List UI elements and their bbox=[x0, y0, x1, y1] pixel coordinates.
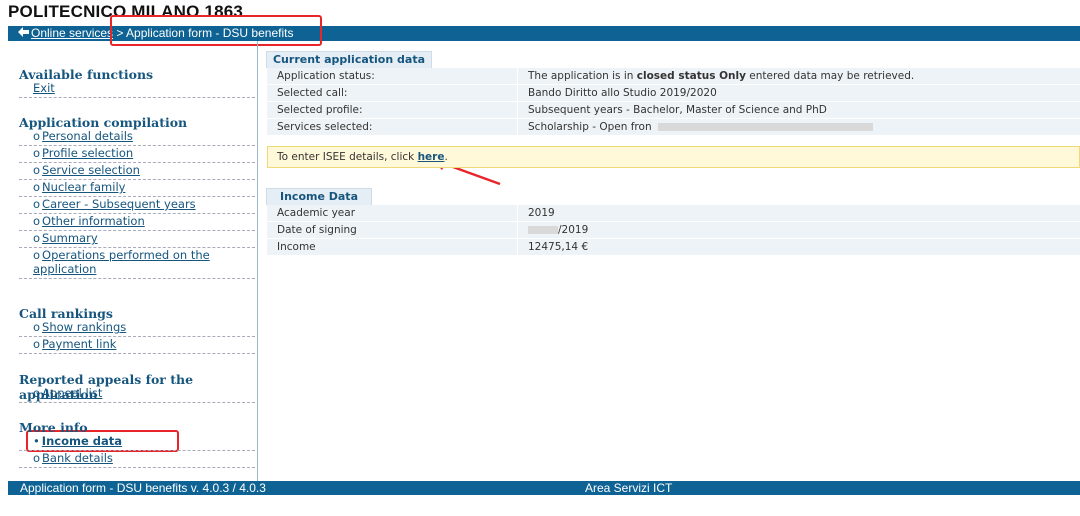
table-row: Selected profile: Subsequent years - Bac… bbox=[267, 101, 1080, 119]
table-row: Income 12475,14 € bbox=[267, 238, 1080, 256]
status-text-bold: closed status Only bbox=[636, 70, 746, 82]
bullet: o bbox=[33, 180, 41, 194]
bullet: o bbox=[33, 197, 41, 211]
current-application-tab: Current application data bbox=[266, 51, 432, 68]
row-value: Scholarship - Open fron bbox=[517, 118, 1080, 136]
status-text-post: entered data may be retrieved. bbox=[745, 70, 915, 82]
sidebar-item-label[interactable]: Nuclear family bbox=[42, 180, 125, 194]
left-arrow-icon[interactable] bbox=[18, 26, 29, 41]
sidebar-item-service-selection[interactable]: o Service selection bbox=[19, 163, 255, 180]
sidebar-item-profile-selection[interactable]: o Profile selection bbox=[19, 146, 255, 163]
row-key: Academic year bbox=[267, 205, 518, 222]
bullet: o bbox=[33, 320, 41, 334]
date-text: /2019 bbox=[558, 224, 589, 236]
sidebar-item-label[interactable]: Payment link bbox=[42, 337, 116, 351]
isee-notice: To enter ISEE details, click here. bbox=[267, 146, 1080, 168]
sidebar-item-label[interactable]: Exit bbox=[33, 81, 55, 95]
row-value: The application is in closed status Only… bbox=[517, 68, 1080, 85]
sidebar-item-income-data[interactable]: • Income data bbox=[19, 434, 255, 451]
sidebar-item-label[interactable]: Personal details bbox=[42, 129, 133, 143]
sidebar-item-exit[interactable]: Exit bbox=[19, 81, 255, 98]
row-value: /2019 bbox=[517, 221, 1080, 239]
row-value: 2019 bbox=[517, 205, 1080, 222]
bullet: o bbox=[33, 248, 41, 262]
sidebar-item-show-rankings[interactable]: o Show rankings bbox=[19, 320, 255, 337]
bullet: o bbox=[33, 231, 41, 245]
row-key: Date of signing bbox=[267, 221, 518, 239]
footer: Application form - DSU benefits v. 4.0.3… bbox=[8, 481, 1080, 495]
row-value: Bando Diritto allo Studio 2019/2020 bbox=[517, 84, 1080, 102]
income-data-table: Academic year 2019 Date of signing /2019… bbox=[267, 205, 1080, 256]
bullet: o bbox=[33, 163, 41, 177]
notice-suffix: . bbox=[444, 151, 448, 163]
sidebar-item-label[interactable]: Bank details bbox=[42, 451, 113, 465]
sidebar-item-other-information[interactable]: o Other information bbox=[19, 214, 255, 231]
sidebar-item-label[interactable]: Career - Subsequent years bbox=[42, 197, 196, 211]
sidebar-item-operations[interactable]: o Operations performed on the application bbox=[19, 248, 255, 279]
sidebar: Available functions Exit Application com… bbox=[8, 41, 258, 481]
sidebar-item-bank-details[interactable]: o Bank details bbox=[19, 451, 255, 468]
row-key: Selected call: bbox=[267, 84, 518, 102]
bullet: o bbox=[33, 129, 41, 143]
row-value: Subsequent years - Bachelor, Master of S… bbox=[517, 101, 1080, 119]
sidebar-title-call-rankings: Call rankings bbox=[19, 306, 113, 321]
table-row: Date of signing /2019 bbox=[267, 221, 1080, 239]
table-row: Application status: The application is i… bbox=[267, 68, 1080, 85]
sidebar-item-label[interactable]: Income data bbox=[42, 434, 122, 448]
sidebar-item-label[interactable]: Operations performed on the application bbox=[33, 248, 210, 276]
notice-text: To enter ISEE details, click bbox=[277, 151, 418, 163]
row-key: Selected profile: bbox=[267, 101, 518, 119]
bullet: o bbox=[33, 146, 41, 160]
isee-here-link[interactable]: here bbox=[418, 151, 445, 163]
sidebar-title-application-compilation: Application compilation bbox=[19, 115, 188, 130]
bullet: o bbox=[33, 386, 41, 400]
sidebar-item-appeal-list[interactable]: o Appeal list bbox=[19, 386, 255, 403]
sidebar-item-label[interactable]: Profile selection bbox=[42, 146, 133, 160]
status-text-pre: The application is in bbox=[528, 70, 637, 82]
sidebar-item-nuclear-family[interactable]: o Nuclear family bbox=[19, 180, 255, 197]
sidebar-item-label[interactable]: Appeal list bbox=[42, 386, 102, 400]
table-row: Selected call: Bando Diritto allo Studio… bbox=[267, 84, 1080, 102]
sidebar-title-available-functions: Available functions bbox=[19, 67, 154, 82]
sidebar-item-career[interactable]: o Career - Subsequent years bbox=[19, 197, 255, 214]
online-services-link[interactable]: Online services bbox=[31, 26, 113, 40]
bullet: o bbox=[33, 337, 41, 351]
sidebar-item-label[interactable]: Show rankings bbox=[42, 320, 126, 334]
bullet-active: • bbox=[33, 434, 40, 448]
redacted-block bbox=[658, 123, 874, 131]
services-text: Scholarship - Open fron bbox=[528, 121, 652, 133]
income-data-tab: Income Data bbox=[266, 188, 372, 205]
sidebar-item-label[interactable]: Other information bbox=[42, 214, 145, 228]
table-row: Academic year 2019 bbox=[267, 205, 1080, 222]
sidebar-item-personal-details[interactable]: o Personal details bbox=[19, 129, 255, 146]
row-key: Income bbox=[267, 238, 518, 256]
sidebar-item-label[interactable]: Service selection bbox=[42, 163, 140, 177]
table-row: Services selected: Scholarship - Open fr… bbox=[267, 118, 1080, 136]
footer-area: Area Servizi ICT bbox=[585, 481, 673, 495]
sidebar-item-label[interactable]: Summary bbox=[42, 231, 98, 245]
row-key: Services selected: bbox=[267, 118, 518, 136]
bullet: o bbox=[33, 214, 41, 228]
sidebar-item-payment-link[interactable]: o Payment link bbox=[19, 337, 255, 354]
redacted-block bbox=[528, 226, 558, 234]
sidebar-item-summary[interactable]: o Summary bbox=[19, 231, 255, 248]
bullet: o bbox=[33, 451, 41, 465]
footer-version: Application form - DSU benefits v. 4.0.3… bbox=[20, 481, 266, 495]
current-application-table: Application status: The application is i… bbox=[267, 68, 1080, 136]
row-value: 12475,14 € bbox=[517, 238, 1080, 256]
row-key: Application status: bbox=[267, 68, 518, 85]
sidebar-title-more-info: More info bbox=[19, 420, 88, 435]
